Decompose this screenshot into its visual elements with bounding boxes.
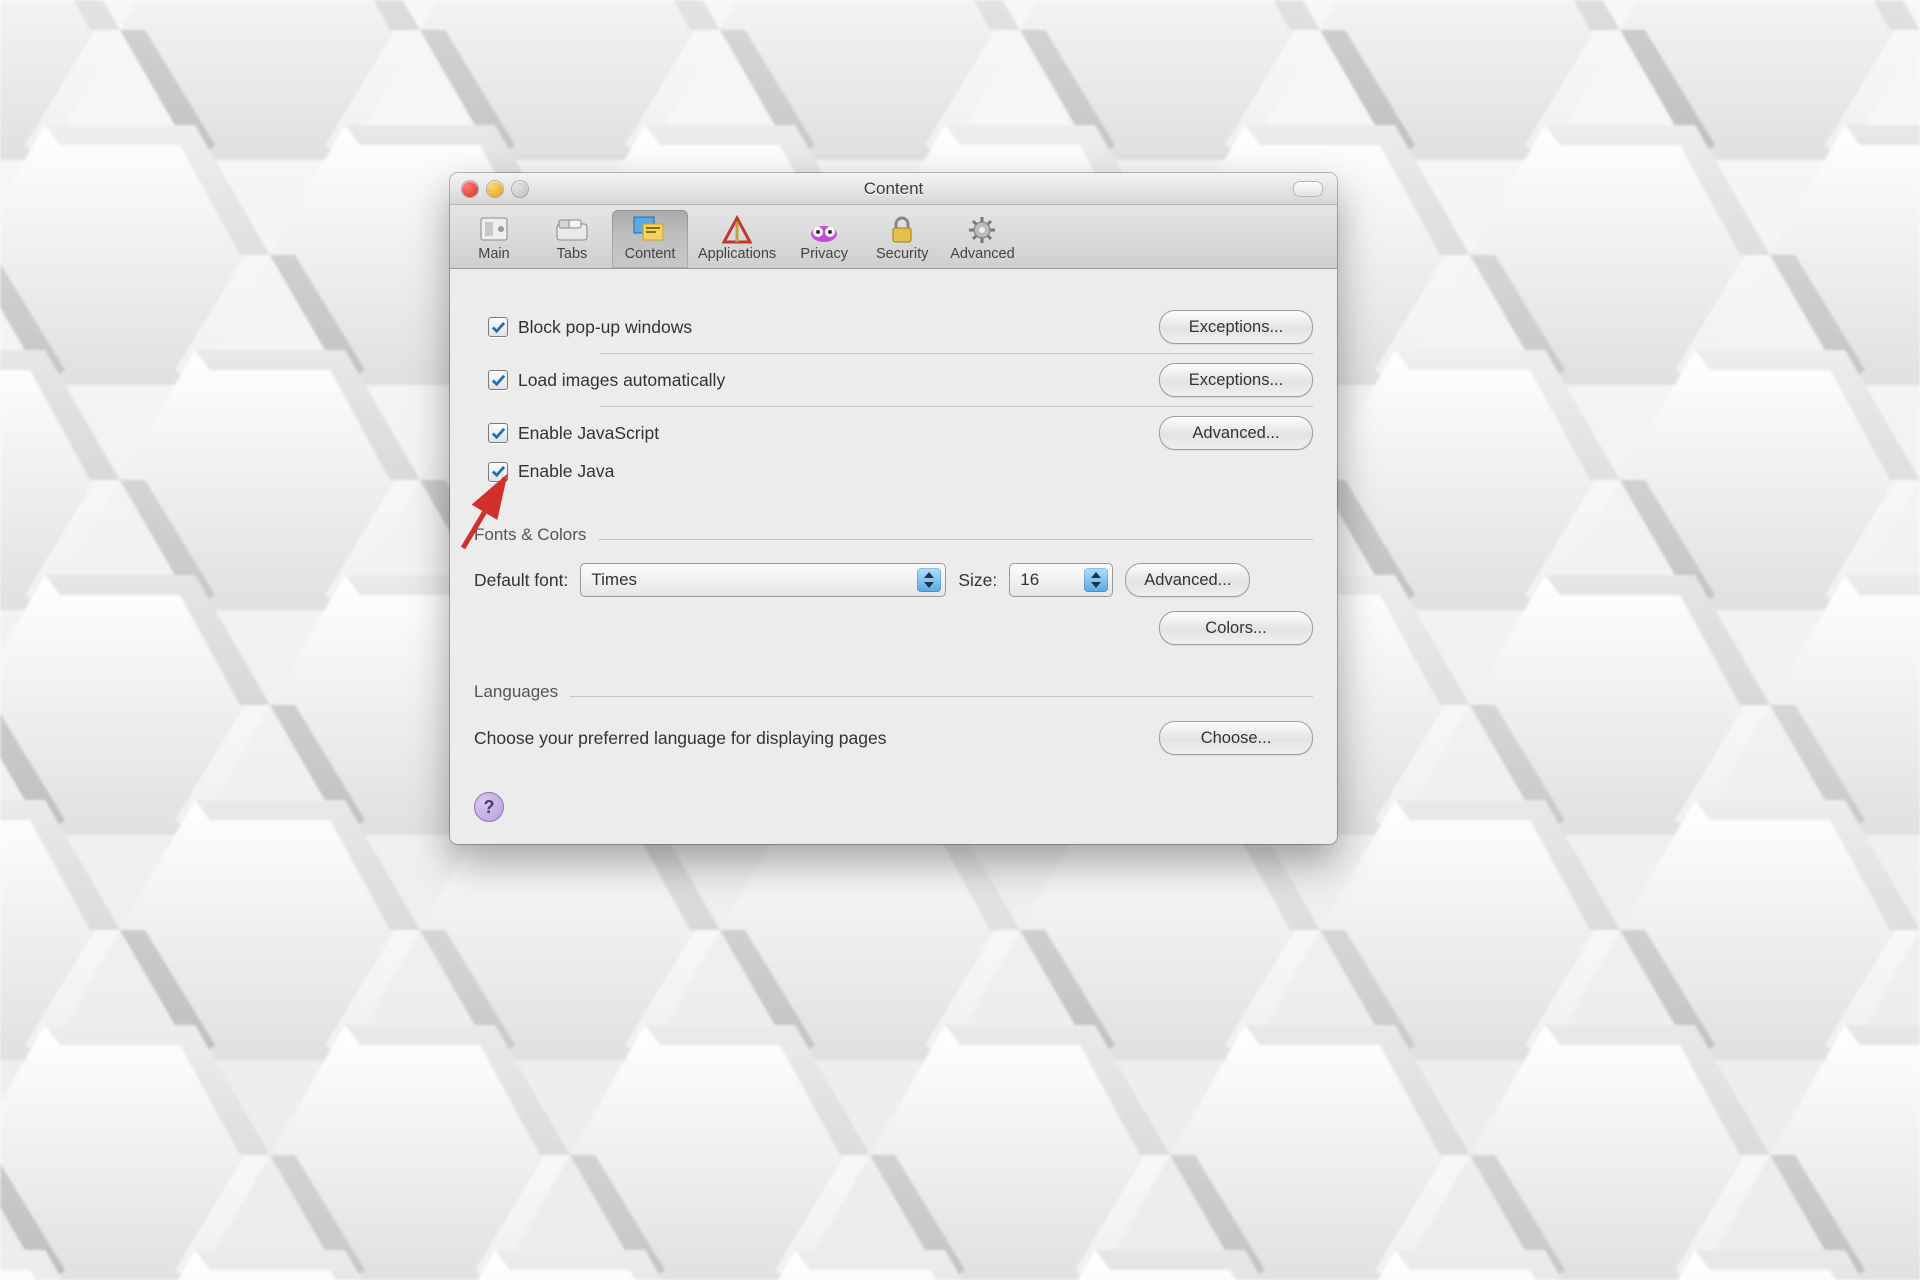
fonts-advanced-label: Advanced... <box>1144 571 1231 590</box>
fonts-section-heading: Fonts & Colors <box>474 525 586 545</box>
tab-content-label: Content <box>625 246 676 262</box>
tab-applications[interactable]: Applications <box>690 210 784 268</box>
size-label: Size: <box>958 570 997 591</box>
tab-security[interactable]: Security <box>864 210 940 268</box>
security-icon <box>883 214 921 246</box>
preferences-window: Content Main Tabs Content <box>450 173 1337 844</box>
check-icon <box>488 423 508 443</box>
toolbar-toggle-pill[interactable] <box>1293 181 1323 197</box>
divider <box>570 696 1313 697</box>
help-icon: ? <box>484 797 495 818</box>
colors-button-label: Colors... <box>1205 619 1266 638</box>
default-font-select[interactable]: Times <box>580 563 946 597</box>
tab-advanced-label: Advanced <box>950 246 1015 262</box>
default-font-value: Times <box>591 570 637 590</box>
tab-main-label: Main <box>478 246 509 262</box>
checkbox-load-images[interactable]: Load images automatically <box>488 370 725 391</box>
main-icon <box>475 214 513 246</box>
tab-applications-label: Applications <box>698 246 776 262</box>
check-icon <box>488 317 508 337</box>
tab-privacy[interactable]: Privacy <box>786 210 862 268</box>
tabs-icon <box>553 214 591 246</box>
images-exceptions-label: Exceptions... <box>1189 371 1283 390</box>
tab-tabs[interactable]: Tabs <box>534 210 610 268</box>
enable-javascript-label: Enable JavaScript <box>518 423 659 444</box>
images-exceptions-button[interactable]: Exceptions... <box>1159 363 1313 397</box>
choose-language-button[interactable]: Choose... <box>1159 721 1313 755</box>
stepper-arrows-icon <box>1084 568 1108 592</box>
divider <box>598 539 1313 540</box>
colors-button[interactable]: Colors... <box>1159 611 1313 645</box>
javascript-advanced-label: Advanced... <box>1192 424 1279 443</box>
check-icon <box>488 462 508 482</box>
tab-content[interactable]: Content <box>612 210 688 268</box>
tab-main[interactable]: Main <box>456 210 532 268</box>
enable-java-label: Enable Java <box>518 461 614 482</box>
default-font-label: Default font: <box>474 570 568 591</box>
titlebar[interactable]: Content <box>450 173 1337 205</box>
languages-prompt: Choose your preferred language for displ… <box>474 728 887 749</box>
applications-icon <box>718 214 756 246</box>
help-button[interactable]: ? <box>474 792 504 822</box>
gear-icon <box>963 214 1001 246</box>
privacy-icon <box>805 214 843 246</box>
popups-exceptions-label: Exceptions... <box>1189 318 1283 337</box>
checkbox-enable-javascript[interactable]: Enable JavaScript <box>488 423 659 444</box>
stepper-arrows-icon <box>917 568 941 592</box>
window-title: Content <box>450 179 1337 199</box>
preferences-toolbar: Main Tabs Content Applications <box>450 205 1337 269</box>
tab-tabs-label: Tabs <box>557 246 588 262</box>
font-size-select[interactable]: 16 <box>1009 563 1113 597</box>
fonts-advanced-button[interactable]: Advanced... <box>1125 563 1250 597</box>
block-popups-label: Block pop-up windows <box>518 317 692 338</box>
tab-advanced[interactable]: Advanced <box>942 210 1023 268</box>
check-icon <box>488 370 508 390</box>
tab-privacy-label: Privacy <box>800 246 848 262</box>
tab-security-label: Security <box>876 246 928 262</box>
popups-exceptions-button[interactable]: Exceptions... <box>1159 310 1313 344</box>
checkbox-enable-java[interactable]: Enable Java <box>488 461 614 482</box>
font-size-value: 16 <box>1020 570 1039 590</box>
javascript-advanced-button[interactable]: Advanced... <box>1159 416 1313 450</box>
checkbox-block-popups[interactable]: Block pop-up windows <box>488 317 692 338</box>
languages-section-heading: Languages <box>474 682 558 702</box>
content-icon <box>631 214 669 246</box>
load-images-label: Load images automatically <box>518 370 725 391</box>
choose-language-label: Choose... <box>1201 729 1272 748</box>
